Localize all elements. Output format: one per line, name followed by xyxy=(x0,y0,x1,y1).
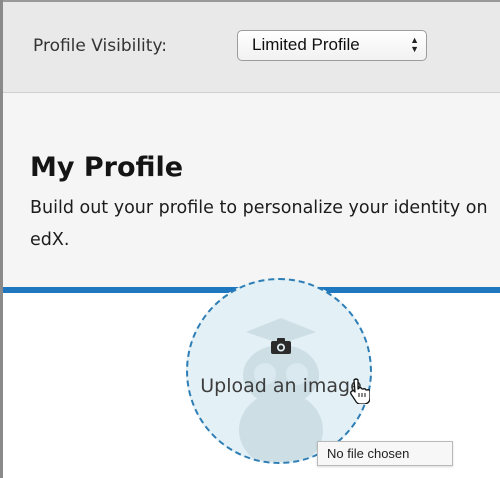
profile-image-upload[interactable]: Upload an image xyxy=(186,278,372,464)
hand-pointer-cursor-icon xyxy=(350,378,370,404)
select-arrows-icon: ▲ ▼ xyxy=(410,35,419,54)
profile-visibility-value: Limited Profile xyxy=(252,35,360,54)
profile-visibility-label: Profile Visibility: xyxy=(33,36,167,56)
file-input-tooltip: No file chosen xyxy=(317,441,453,466)
profile-visibility-select[interactable]: Limited Profile ▲ ▼ xyxy=(237,30,427,61)
camera-icon xyxy=(271,338,291,354)
page-title: My Profile xyxy=(30,152,184,183)
upload-circle[interactable]: Upload an image xyxy=(186,278,372,464)
page-subtitle: Build out your profile to personalize yo… xyxy=(30,198,488,250)
upload-image-label[interactable]: Upload an image xyxy=(188,372,370,401)
profile-header xyxy=(3,93,500,287)
